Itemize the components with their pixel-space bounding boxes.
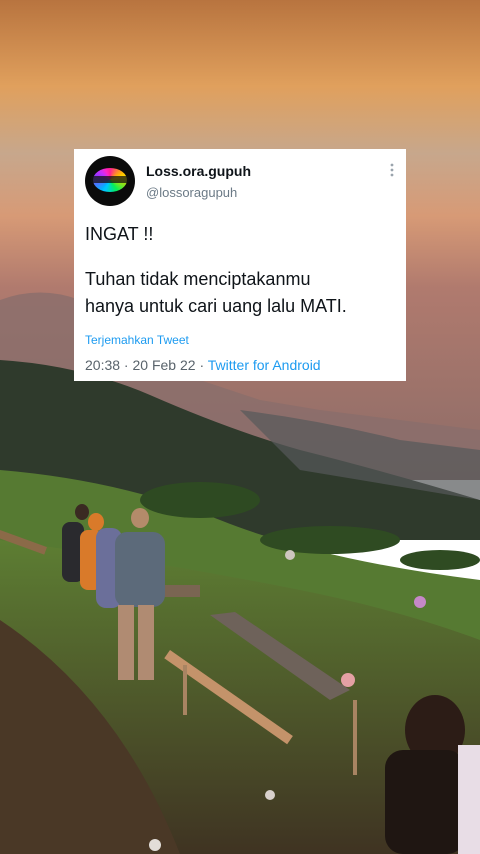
tweet-source-link[interactable]: Twitter for Android	[208, 357, 321, 373]
tweet-line-1: INGAT !!	[85, 224, 154, 244]
tweet-meta: 20:38 · 20 Feb 22 · Twitter for Android	[85, 357, 321, 373]
meta-separator: ·	[120, 357, 133, 373]
more-vertical-icon[interactable]	[390, 163, 394, 177]
background-photo	[0, 0, 480, 854]
user-handle[interactable]: @lossoragupuh	[146, 185, 237, 200]
display-name[interactable]: Loss.ora.gupuh	[146, 163, 251, 179]
avatar[interactable]	[85, 156, 135, 206]
tweet-line-2: Tuhan tidak menciptakanmu	[85, 269, 311, 289]
tweet-date: 20 Feb 22	[132, 357, 196, 373]
tweet-card[interactable]: Loss.ora.gupuh @lossoragupuh INGAT !! Tu…	[74, 149, 406, 381]
tweet-time: 20:38	[85, 357, 121, 373]
tweet-text: INGAT !! Tuhan tidak menciptakanmu hanya…	[85, 221, 395, 320]
avatar-logo-text	[91, 176, 129, 183]
tweet-line-3: hanya untuk cari uang lalu MATI.	[85, 296, 347, 316]
meta-separator: ·	[195, 357, 208, 373]
translate-tweet-link[interactable]: Terjemahkan Tweet	[85, 333, 189, 347]
